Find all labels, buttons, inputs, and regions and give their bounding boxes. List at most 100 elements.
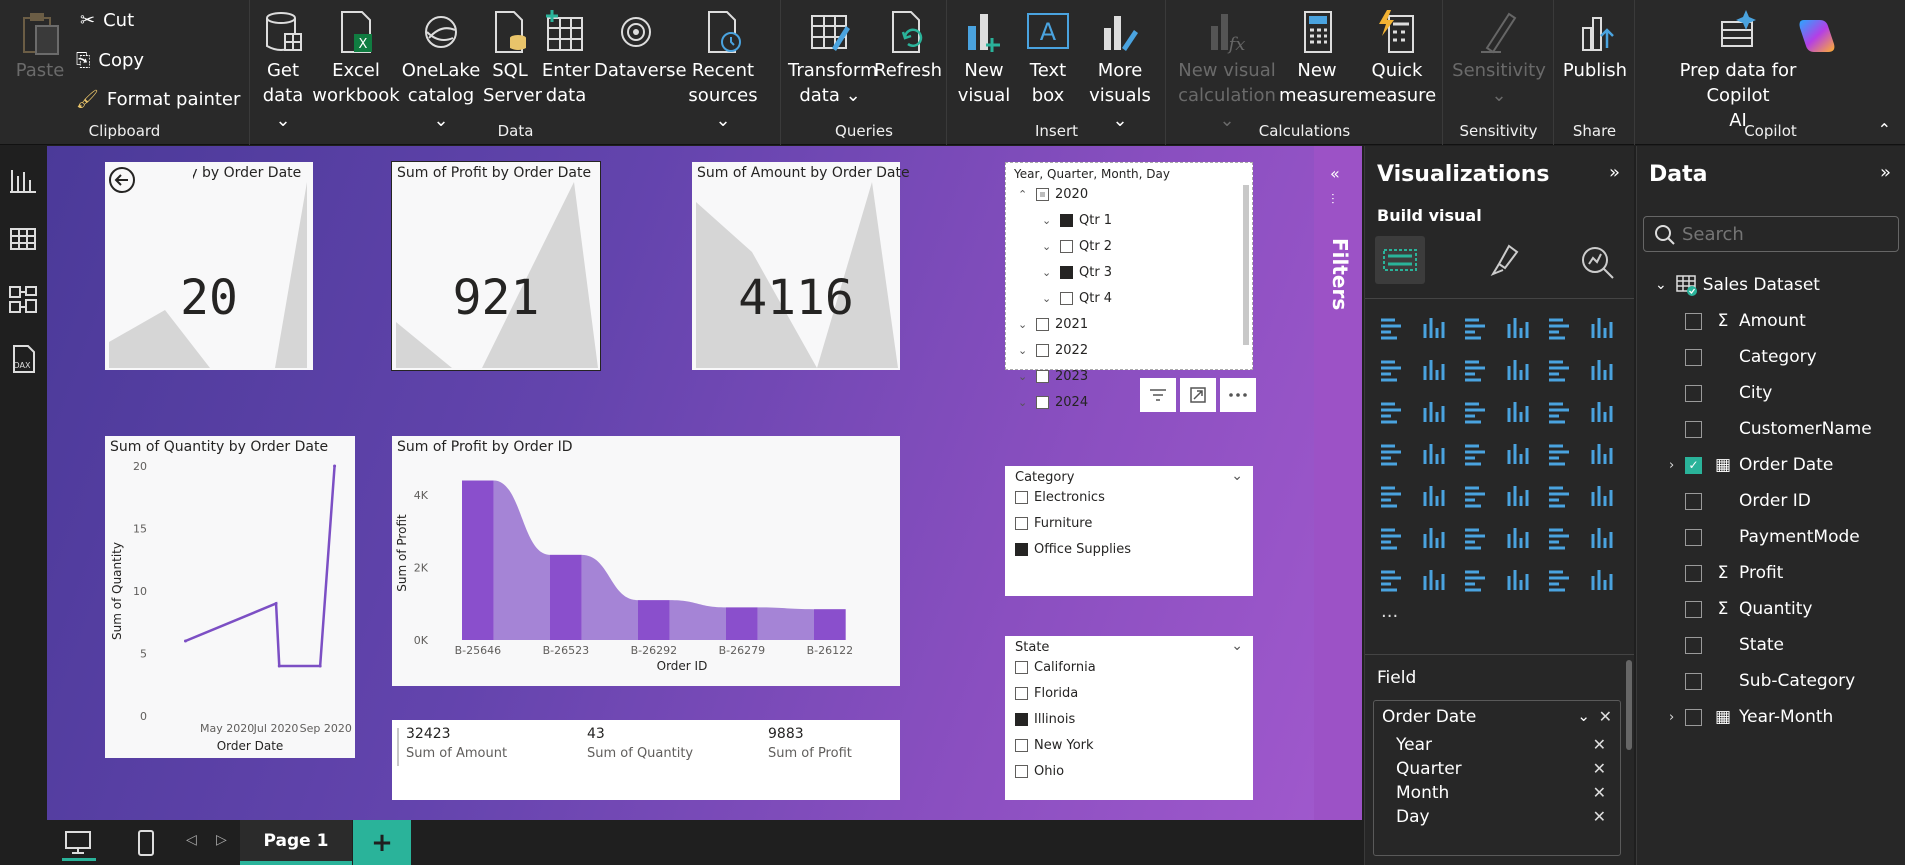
field-hierarchy-item[interactable]: Day [1396, 807, 1430, 827]
data-point[interactable] [274, 602, 278, 605]
goals-visual-icon[interactable] [1587, 524, 1615, 552]
slicer-item[interactable]: New York [1015, 738, 1094, 753]
bar[interactable] [462, 480, 494, 641]
scatter-visual-icon[interactable] [1503, 398, 1531, 426]
bar[interactable] [726, 607, 758, 640]
category-slicer[interactable]: Category ⌄ Electronics Furniture Office Su… [1005, 466, 1253, 596]
checkbox[interactable] [1015, 543, 1028, 556]
slicer-item[interactable]: ⌄ 2023 [1018, 369, 1088, 384]
line-chart-quantity[interactable]: Sum of Quantity by Order Date 0 5 10 15 20 Ma… [105, 436, 355, 758]
slicer-item[interactable]: ⌄ Qtr 4 [1042, 291, 1112, 306]
add-page-button[interactable]: + [353, 820, 411, 865]
collapse-visualizations-icon[interactable]: » [1609, 162, 1620, 183]
waterfall-visual-icon[interactable] [1419, 398, 1447, 426]
transform-data-button[interactable]: Transform data ⌄ [788, 8, 878, 108]
python-visual-visual-icon[interactable] [1377, 524, 1405, 552]
card-amount[interactable]: Sum of Amount by Order Date 4116 [692, 162, 910, 370]
clustered-column-visual-icon[interactable] [1503, 314, 1531, 342]
100-bar-visual-icon[interactable] [1545, 314, 1573, 342]
qa-visual-icon[interactable] [1503, 524, 1531, 552]
more-visuals-button[interactable]: More visuals ⌄ [1080, 8, 1160, 133]
data-point[interactable] [318, 664, 322, 668]
remove-field-icon[interactable]: ✕ [1593, 783, 1606, 802]
previous-page-icon[interactable]: ◁ [186, 832, 197, 848]
more-visual-icon[interactable] [1587, 566, 1615, 594]
copilot-icon[interactable] [1792, 14, 1838, 58]
state-slicer[interactable]: State ⌄ California Florida Illinois New Yor… [1005, 636, 1253, 800]
field-checkbox[interactable] [1685, 492, 1702, 510]
stacked-bar-visual-icon[interactable] [1377, 314, 1405, 342]
enter-data-button[interactable]: Enter data [541, 8, 591, 108]
chevron-down-icon[interactable]: ⌄ [1231, 638, 1243, 654]
bar[interactable] [550, 554, 582, 640]
quick-measure-button[interactable]: Quick measure [1357, 8, 1437, 108]
data-point[interactable] [277, 664, 281, 668]
slicer-item[interactable]: ⌃ 2020 [1018, 187, 1088, 202]
search-box[interactable] [1643, 216, 1899, 252]
100-column-visual-icon[interactable] [1587, 314, 1615, 342]
r-visual-visual-icon[interactable] [1587, 482, 1615, 510]
expand-filters-icon[interactable]: « [1330, 164, 1340, 183]
field-checkbox[interactable] [1685, 564, 1702, 582]
sql-server-button[interactable]: SQL Server [483, 8, 542, 108]
checkbox[interactable] [1036, 318, 1049, 331]
chevron-down-icon[interactable]: ⌄ [1018, 396, 1030, 409]
checkbox[interactable] [1036, 344, 1049, 357]
collapse-data-icon[interactable]: » [1880, 162, 1891, 183]
checkbox[interactable] [1015, 661, 1028, 674]
chevron-up-icon[interactable]: ⌃ [1018, 188, 1030, 201]
slicer-item[interactable]: ⌄ 2024 [1018, 395, 1088, 410]
slicer-item[interactable]: Ohio [1015, 764, 1064, 779]
field-checkbox[interactable] [1685, 384, 1702, 402]
decomposition-tree-visual-icon[interactable] [1461, 524, 1489, 552]
100-area-visual-icon[interactable] [1503, 356, 1531, 384]
slicer-item[interactable]: Furniture [1015, 516, 1092, 531]
table-view-icon[interactable] [6, 222, 40, 256]
chevron-down-icon[interactable]: ⌄ [1655, 277, 1667, 293]
desktop-layout-button[interactable] [62, 828, 96, 862]
next-page-icon[interactable]: ▷ [216, 832, 227, 848]
pane-scrollbar[interactable] [1626, 660, 1632, 750]
treemap-visual-icon[interactable] [1377, 440, 1405, 468]
ribbon-chart-profit[interactable]: Sum of Profit by Order ID 0K 2K 4K B-25646 B… [392, 436, 900, 686]
checkbox[interactable] [1015, 765, 1028, 778]
model-view-icon[interactable] [6, 282, 40, 316]
field-checkbox[interactable] [1685, 600, 1702, 618]
focus-mode-button[interactable] [1180, 378, 1216, 412]
chevron-down-icon[interactable]: ⌄ [1577, 707, 1590, 725]
chevron-right-icon[interactable]: › [1669, 458, 1674, 473]
slicer-item[interactable]: ⌄ 2021 [1018, 317, 1088, 332]
paginated-visual-icon[interactable] [1545, 524, 1573, 552]
pie-visual-icon[interactable] [1545, 398, 1573, 426]
new-card-visual-icon[interactable] [1419, 566, 1447, 594]
dax-query-view-icon[interactable]: DAX [6, 342, 40, 376]
field-checkbox[interactable] [1685, 348, 1702, 366]
bar[interactable] [814, 609, 846, 640]
checkbox[interactable] [1036, 370, 1049, 383]
slicer-item[interactable]: ⌄ Qtr 2 [1042, 239, 1112, 254]
back-button[interactable] [105, 162, 193, 198]
cut-button[interactable]: ✂ Cut [80, 10, 134, 31]
field-checkbox[interactable] [1685, 636, 1702, 654]
chevron-down-icon[interactable]: ⌄ [1042, 214, 1054, 227]
onelake-catalog-button[interactable]: OneLake catalog ⌄ [401, 8, 481, 133]
card-profit[interactable]: Sum of Profit by Order Date 921 [391, 161, 601, 371]
checkbox[interactable] [1015, 739, 1028, 752]
chevron-down-icon[interactable]: ⌄ [1042, 240, 1054, 253]
remove-field-icon[interactable]: ✕ [1593, 735, 1606, 754]
new-visual-button[interactable]: New visual [956, 8, 1012, 108]
card-quantity[interactable]: Quantity by Order Date 20 [105, 162, 313, 370]
slicer-item[interactable]: Florida [1015, 686, 1078, 701]
refresh-button[interactable]: Refresh [874, 8, 942, 83]
clustered-bar-visual-icon[interactable] [1461, 314, 1489, 342]
mobile-layout-button[interactable] [134, 828, 158, 862]
chevron-down-icon[interactable]: ⌄ [1018, 370, 1030, 383]
field-hierarchy-item[interactable]: Month [1396, 783, 1449, 803]
chevron-down-icon[interactable]: ⌄ [1231, 468, 1243, 484]
slicer-scrollbar[interactable] [1243, 185, 1249, 345]
search-input[interactable] [1682, 221, 1882, 247]
narrative-visual-icon[interactable] [1503, 566, 1531, 594]
multi-row-card[interactable]: 32423 Sum of Amount 43 Sum of Quantity 9883 S… [392, 720, 900, 800]
remove-field-icon[interactable]: ✕ [1593, 807, 1606, 826]
new-measure-button[interactable]: New measure [1279, 8, 1358, 108]
